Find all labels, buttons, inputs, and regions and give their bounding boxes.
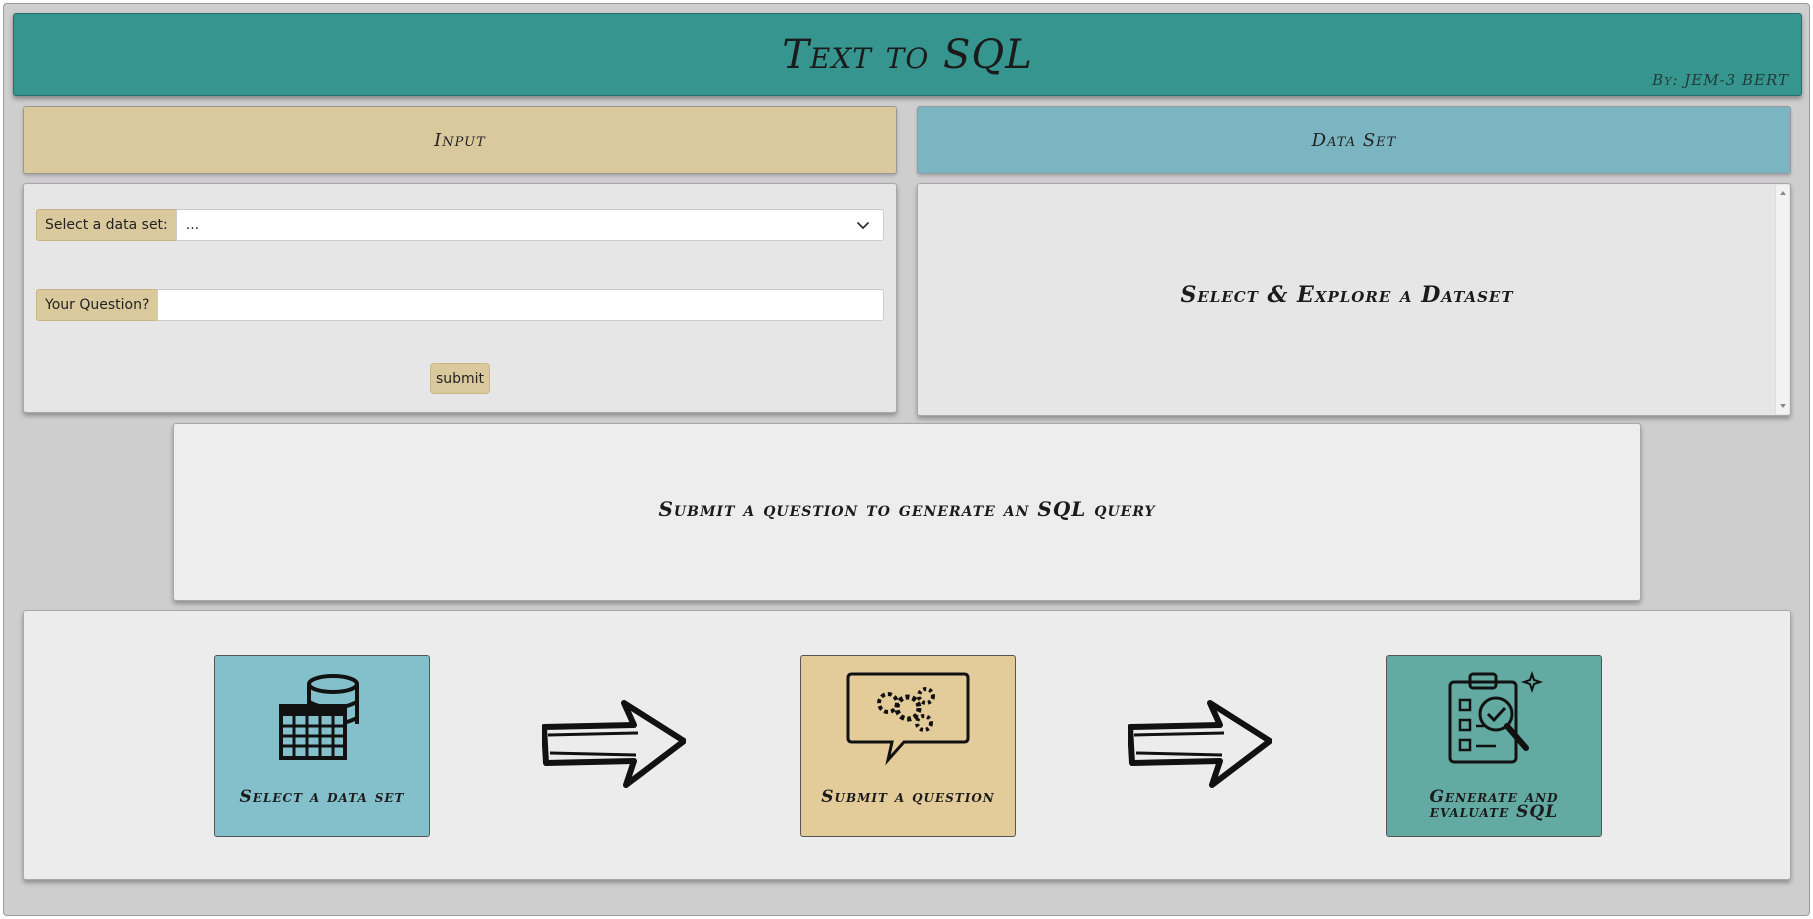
app-title: Text to SQL (782, 32, 1033, 78)
clipboard-magnifier-icon (1448, 670, 1544, 764)
database-table-icon (279, 674, 359, 760)
arrow-right-icon (542, 700, 686, 788)
workflow-steps-panel: Select a data set Submit a question Gene… (23, 610, 1791, 880)
dataset-scrollbar[interactable] (1775, 185, 1789, 414)
speech-bubble-gears-icon (846, 672, 970, 766)
dataset-select[interactable]: ... (175, 209, 884, 241)
tab-data-set[interactable]: Data Set (917, 106, 1791, 174)
author-byline: By: JEM-3 BERT (1652, 71, 1789, 89)
submit-button[interactable]: submit (430, 363, 490, 394)
sql-output-panel: Submit a question to generate an SQL que… (173, 423, 1641, 601)
chevron-down-icon (857, 222, 869, 230)
scroll-down-icon[interactable] (1779, 402, 1787, 410)
step-label: Generate and evaluate SQL (1429, 787, 1559, 822)
dataset-placeholder-message: Select & Explore a Dataset (1180, 282, 1514, 308)
dataset-select-label: Select a data set: (36, 209, 176, 241)
sql-output-message: Submit a question to generate an SQL que… (658, 497, 1156, 521)
question-input[interactable] (157, 289, 884, 321)
step-label: Select a data set (239, 787, 405, 807)
step-card-select-dataset: Select a data set (214, 655, 430, 837)
step-label: Submit a question (821, 787, 995, 807)
input-panel: Select a data set: ... Your Question? su… (23, 183, 897, 413)
step-card-generate-sql: Generate and evaluate SQL (1386, 655, 1602, 837)
question-label: Your Question? (36, 289, 158, 321)
app-header: Text to SQL By: JEM-3 BERT (13, 13, 1802, 96)
scroll-up-icon[interactable] (1779, 189, 1787, 197)
dataset-select-row: Select a data set: ... (36, 209, 884, 241)
question-row: Your Question? (36, 289, 884, 321)
arrow-right-icon (1128, 700, 1272, 788)
dataset-panel: Select & Explore a Dataset (917, 183, 1791, 416)
tab-input[interactable]: Input (23, 106, 897, 174)
step-card-submit-question: Submit a question (800, 655, 1016, 837)
dataset-select-value: ... (185, 217, 200, 233)
